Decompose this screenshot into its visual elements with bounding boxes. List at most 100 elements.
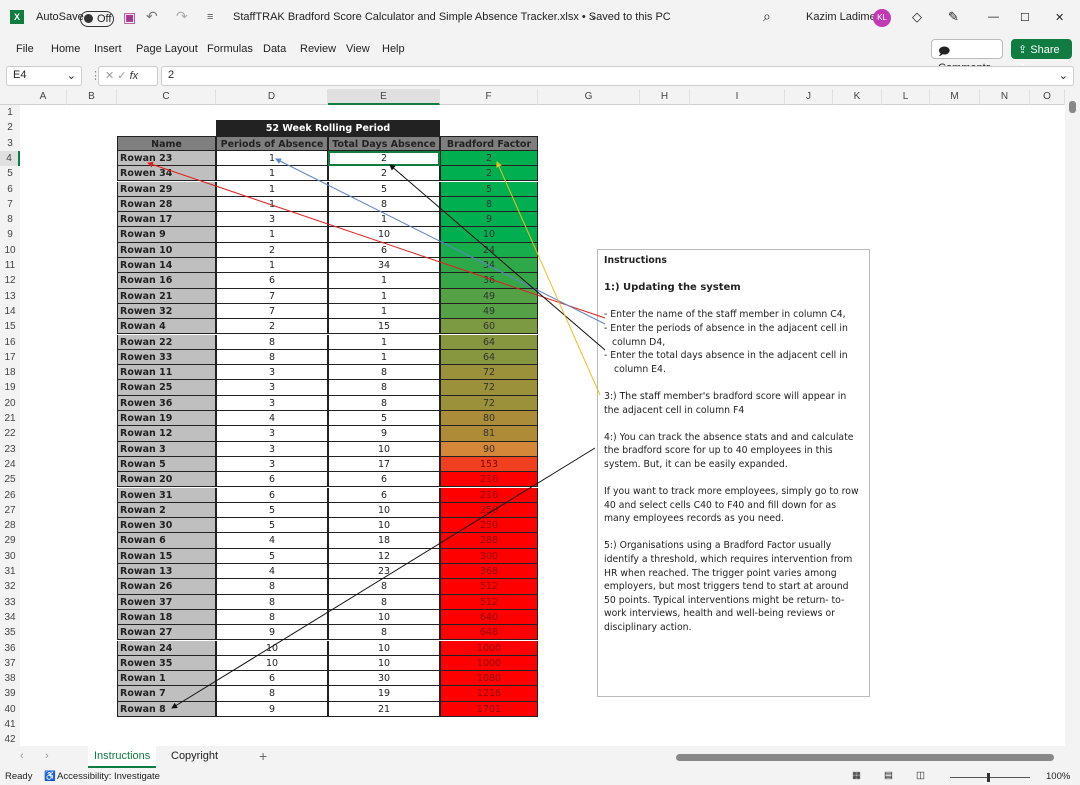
menu-help[interactable]: Help (382, 43, 405, 55)
menu-formulas[interactable]: Formulas (207, 43, 253, 55)
row-header[interactable]: 34 (0, 610, 20, 625)
chevron-down-icon[interactable]: ⌄ (590, 11, 598, 22)
undo-icon[interactable]: ↶ (146, 8, 158, 25)
worksheet-grid[interactable]: 52 Week Rolling Period Name Periods of Ab… (20, 105, 1065, 746)
row-header[interactable]: 26 (0, 488, 20, 503)
row-header[interactable]: 36 (0, 641, 20, 656)
row-header[interactable]: 24 (0, 457, 20, 472)
search-icon[interactable]: ⌕ (763, 8, 771, 25)
row-header[interactable]: 18 (0, 365, 20, 380)
page-break-view-icon[interactable]: ◫ (916, 770, 925, 781)
minimize-icon[interactable]: — (988, 11, 999, 23)
autosave-toggle[interactable]: Off (80, 11, 114, 27)
column-header-F[interactable]: F (440, 89, 538, 105)
fx-icon[interactable]: fx (130, 70, 139, 82)
normal-view-icon[interactable]: ▦ (852, 770, 861, 781)
row-header[interactable]: 41 (0, 717, 20, 732)
column-header-B[interactable]: B (67, 89, 117, 105)
tab-copyright[interactable]: Copyright (165, 750, 224, 762)
redo-icon[interactable]: ↷ (176, 8, 188, 25)
row-header[interactable]: 40 (0, 702, 20, 717)
avatar[interactable]: KL (873, 9, 891, 27)
column-header-G[interactable]: G (538, 89, 640, 105)
row-header[interactable]: 4 (0, 150, 20, 166)
row-header[interactable]: 3 (0, 136, 20, 151)
menu-page-layout[interactable]: Page Layout (136, 43, 198, 55)
column-header-O[interactable]: O (1030, 89, 1065, 105)
column-header-L[interactable]: L (882, 89, 930, 105)
row-header[interactable]: 29 (0, 533, 20, 548)
cancel-icon[interactable]: ✕ (105, 70, 114, 82)
next-sheet-icon[interactable]: › (45, 750, 49, 762)
column-header-M[interactable]: M (930, 89, 980, 105)
close-icon[interactable]: ✕ (1055, 11, 1064, 24)
name-box[interactable]: E4 ⌄ (6, 66, 82, 86)
row-header[interactable]: 35 (0, 625, 20, 640)
document-title[interactable]: StaffTRAK Bradford Score Calculator and … (233, 11, 671, 23)
row-header[interactable]: 11 (0, 258, 20, 273)
row-header[interactable]: 23 (0, 442, 20, 457)
row-header[interactable]: 2 (0, 120, 20, 135)
accessibility-status[interactable]: Accessibility: Investigate (57, 771, 160, 782)
row-header[interactable]: 12 (0, 273, 20, 288)
premium-diamond-icon[interactable]: ◇ (912, 9, 922, 25)
page-layout-view-icon[interactable]: ▤ (884, 770, 893, 781)
horizontal-scrollbar[interactable] (676, 754, 1054, 761)
row-header[interactable]: 39 (0, 686, 20, 701)
row-header[interactable]: 30 (0, 549, 20, 564)
column-header-D[interactable]: D (216, 89, 328, 105)
row-header[interactable]: 33 (0, 595, 20, 610)
row-header[interactable]: 7 (0, 197, 20, 212)
formula-input[interactable]: 2 ⌄ (161, 66, 1074, 86)
column-header-J[interactable]: J (785, 89, 833, 105)
row-header[interactable]: 16 (0, 335, 20, 350)
pen-icon[interactable]: ✎ (948, 9, 959, 25)
row-header[interactable]: 6 (0, 182, 20, 197)
row-header[interactable]: 37 (0, 656, 20, 671)
row-header[interactable]: 13 (0, 289, 20, 304)
column-header-A[interactable]: A (20, 89, 67, 105)
row-header[interactable]: 20 (0, 396, 20, 411)
row-header[interactable]: 28 (0, 518, 20, 533)
expand-icon[interactable]: ⌄ (1059, 69, 1068, 82)
column-header-K[interactable]: K (833, 89, 882, 105)
zoom-slider[interactable] (950, 773, 1030, 782)
enter-icon[interactable]: ✓ (117, 70, 126, 82)
maximize-icon[interactable]: ☐ (1020, 11, 1030, 24)
row-header[interactable]: 1 (0, 105, 20, 120)
row-header[interactable]: 19 (0, 380, 20, 395)
menu-home[interactable]: Home (51, 43, 80, 55)
column-header-I[interactable]: I (690, 89, 785, 105)
row-header[interactable]: 15 (0, 319, 20, 334)
save-icon[interactable]: ▣ (123, 9, 136, 26)
prev-sheet-icon[interactable]: ‹ (20, 750, 24, 762)
row-header[interactable]: 32 (0, 579, 20, 594)
tab-instructions[interactable]: Instructions (88, 746, 157, 768)
vertical-scrollbar[interactable] (1065, 89, 1080, 746)
column-header-N[interactable]: N (980, 89, 1030, 105)
add-sheet-icon[interactable]: + (259, 748, 267, 764)
comments-button[interactable]: 🗩 Comments (931, 39, 1003, 74)
scroll-thumb[interactable] (1069, 101, 1076, 113)
menu-insert[interactable]: Insert (94, 43, 122, 55)
customize-icon[interactable]: ≡ (207, 11, 213, 23)
row-header[interactable]: 8 (0, 212, 20, 227)
column-header-C[interactable]: C (117, 89, 216, 105)
column-header-E[interactable]: E (328, 89, 440, 105)
menu-file[interactable]: File (16, 43, 34, 55)
menu-review[interactable]: Review (300, 43, 336, 55)
row-header[interactable]: 17 (0, 350, 20, 365)
row-header[interactable]: 22 (0, 426, 20, 441)
row-header[interactable]: 5 (0, 166, 20, 181)
zoom-level[interactable]: 100% (1046, 771, 1070, 782)
row-header[interactable]: 21 (0, 411, 20, 426)
row-header[interactable]: 25 (0, 472, 20, 487)
row-header[interactable]: 38 (0, 671, 20, 686)
row-header[interactable]: 14 (0, 304, 20, 319)
row-header[interactable]: 27 (0, 503, 20, 518)
column-header-H[interactable]: H (640, 89, 690, 105)
menu-view[interactable]: View (346, 43, 370, 55)
row-header[interactable]: 10 (0, 243, 20, 258)
menu-data[interactable]: Data (263, 43, 286, 55)
row-header[interactable]: 31 (0, 564, 20, 579)
